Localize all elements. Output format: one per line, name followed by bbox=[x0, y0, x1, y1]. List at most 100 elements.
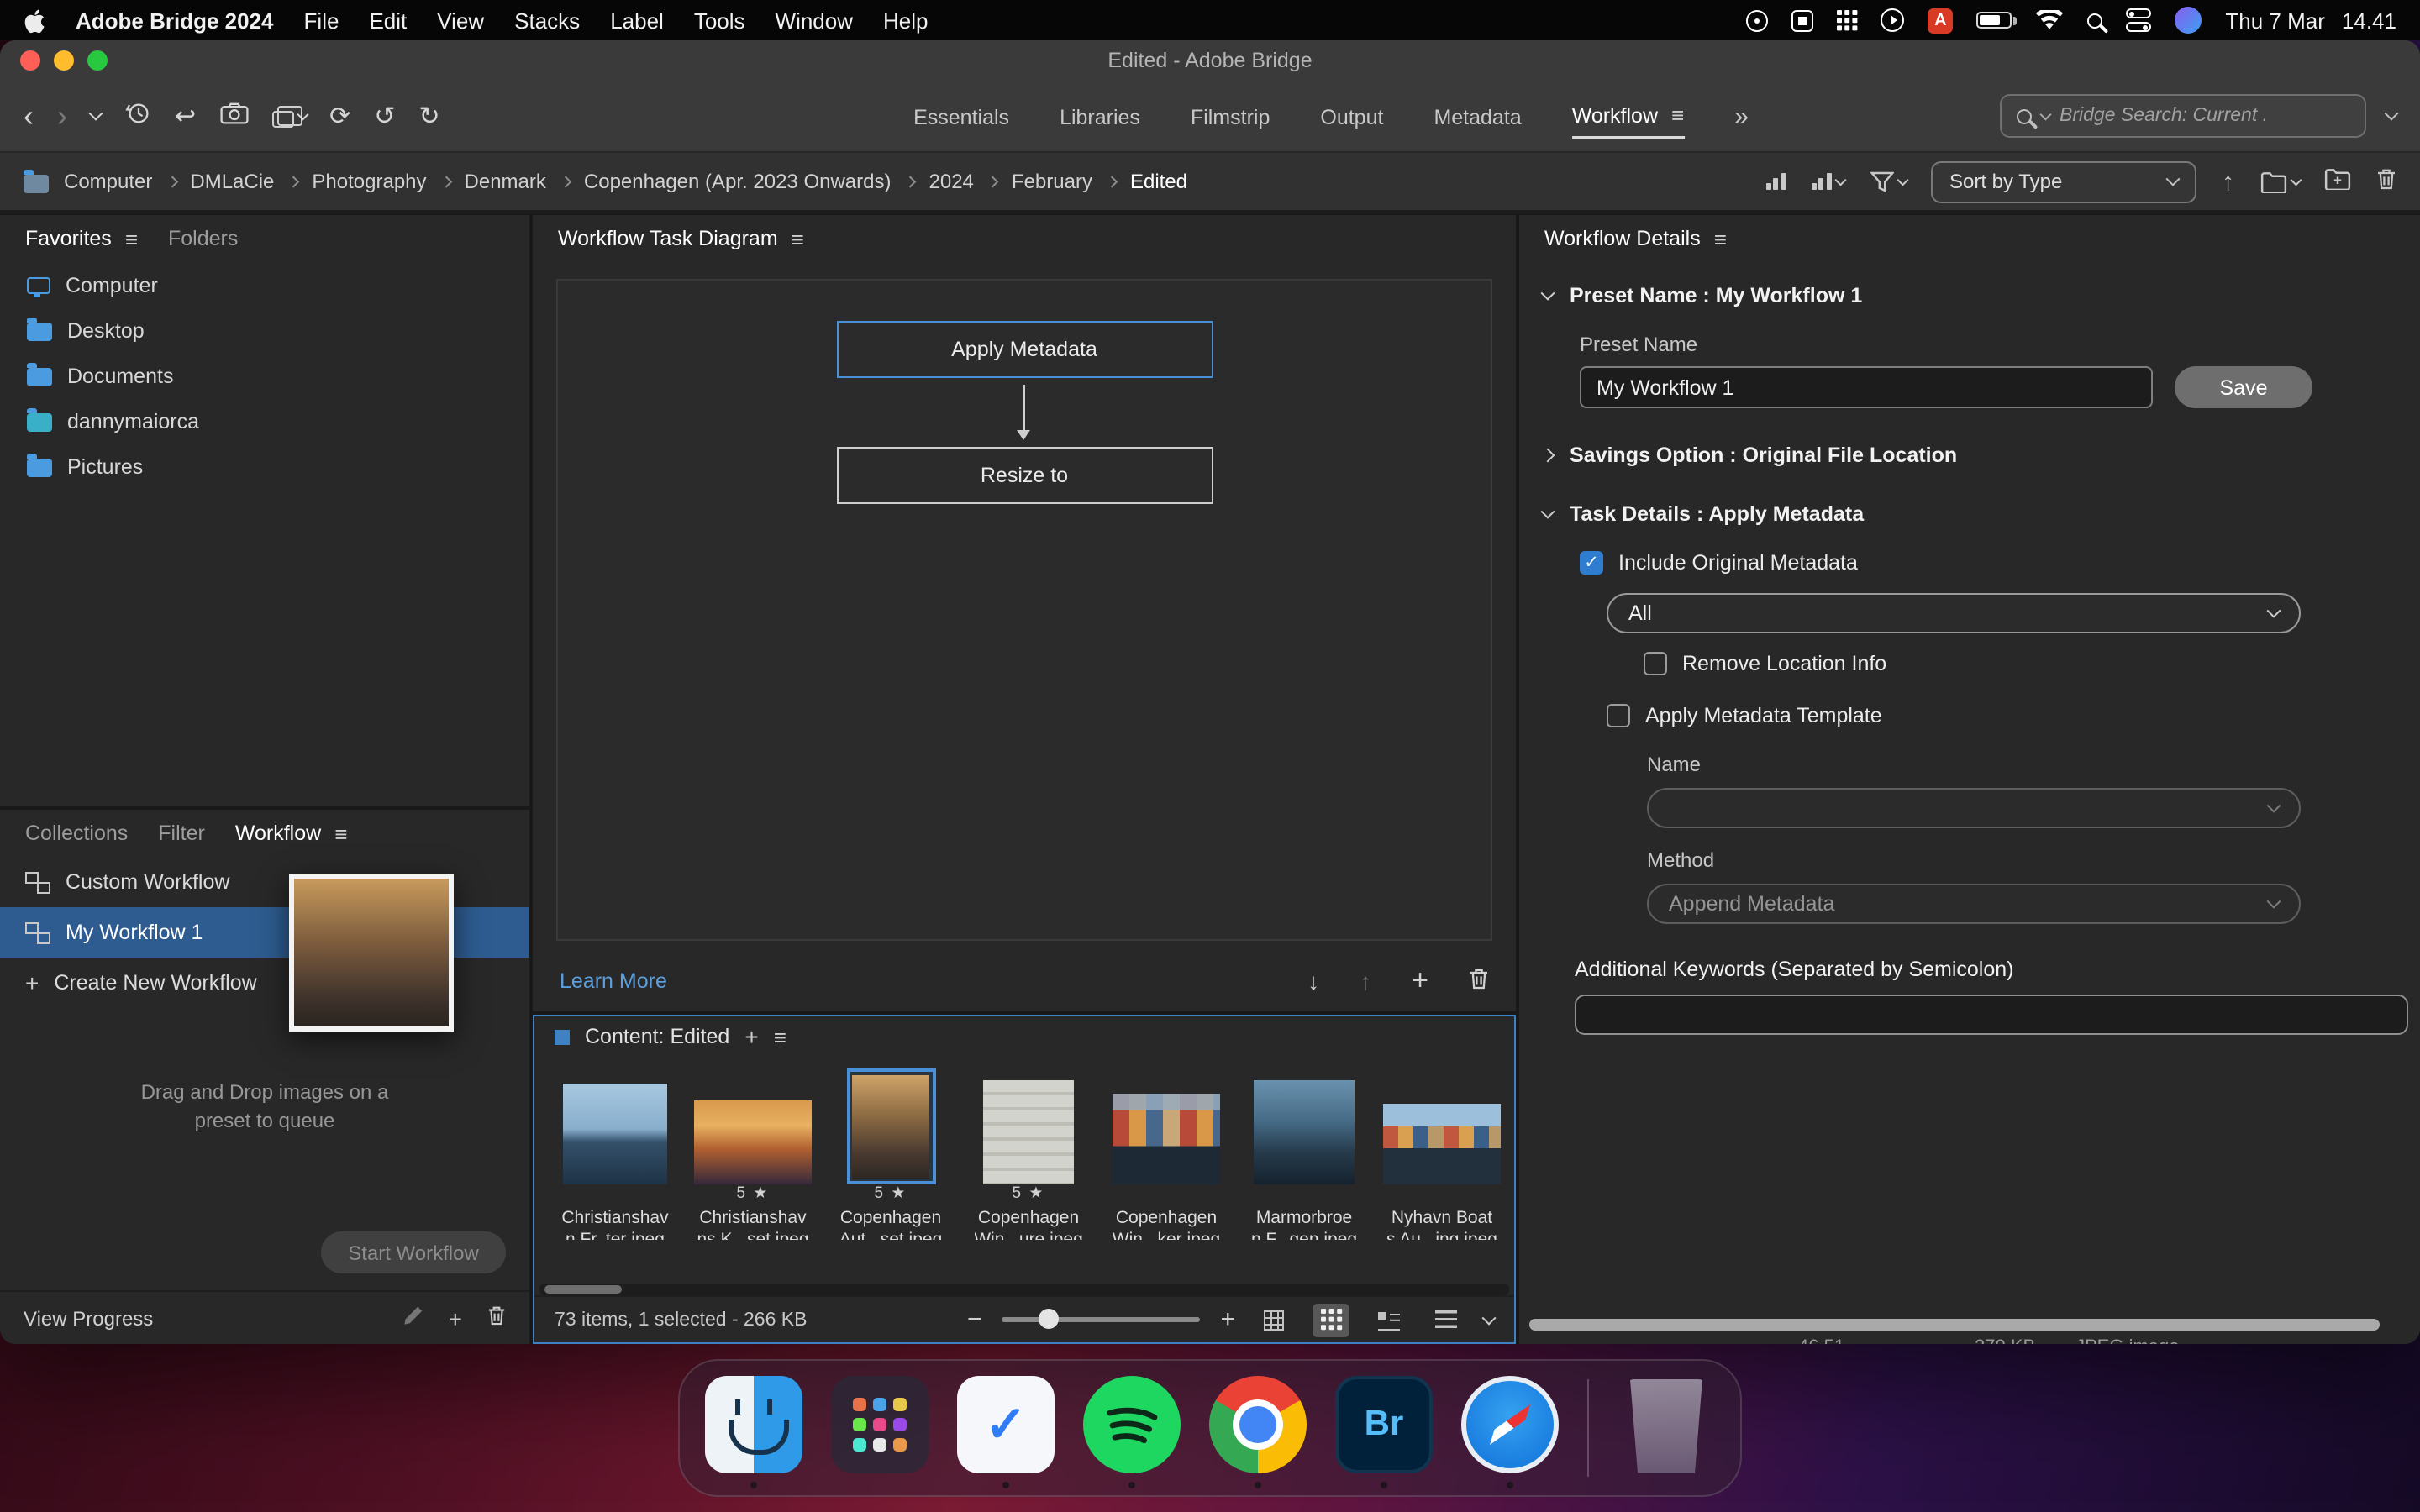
view-thumbnails-button[interactable] bbox=[1313, 1303, 1349, 1336]
scrollbar-thumb[interactable] bbox=[544, 1285, 622, 1294]
dock-finder[interactable] bbox=[705, 1374, 802, 1482]
view-details-button[interactable] bbox=[1370, 1303, 1407, 1336]
dock-launchpad[interactable] bbox=[831, 1374, 929, 1482]
thumbnail-item[interactable]: 5 ★ Copenhagen Win...ure jpeg bbox=[965, 1067, 1092, 1240]
dial-icon[interactable] bbox=[1746, 9, 1768, 31]
menu-file[interactable]: File bbox=[304, 8, 339, 33]
delete-task-icon[interactable] bbox=[1469, 968, 1489, 995]
scrollbar-thumb[interactable] bbox=[1529, 1319, 2381, 1331]
photo-thumbnail[interactable] bbox=[852, 1074, 929, 1179]
menu-bar-clock[interactable]: Thu 7 Mar 14.41 bbox=[2225, 8, 2396, 33]
apple-menu[interactable] bbox=[24, 8, 45, 33]
filter-by-rating-icon[interactable] bbox=[1870, 171, 1906, 192]
sort-direction-up-icon[interactable]: ↑ bbox=[2222, 169, 2234, 194]
add-preset-icon[interactable]: + bbox=[449, 1305, 462, 1331]
node-resize-to[interactable]: Resize to bbox=[836, 447, 1213, 504]
preset-name-input[interactable] bbox=[1580, 366, 2153, 408]
menu-label[interactable]: Label bbox=[610, 8, 664, 33]
tab-collections[interactable]: Collections bbox=[25, 822, 128, 845]
search-box[interactable] bbox=[2000, 94, 2366, 138]
thumbnail-quality-icon[interactable] bbox=[1765, 173, 1786, 190]
tab-workflow[interactable]: Workflow ≡ bbox=[235, 821, 348, 846]
rotate-cw-icon[interactable]: ↻ bbox=[418, 103, 439, 129]
dock-trash[interactable] bbox=[1618, 1374, 1715, 1482]
dock-spotify[interactable] bbox=[1083, 1374, 1181, 1482]
return-icon[interactable]: ↩ bbox=[175, 103, 196, 129]
move-task-down-icon[interactable]: ↓ bbox=[1307, 968, 1319, 995]
history-icon[interactable] bbox=[124, 100, 151, 132]
view-grid-button[interactable] bbox=[1255, 1303, 1292, 1336]
section-task-details[interactable]: Task Details : Apply Metadata bbox=[1519, 480, 2420, 526]
view-list-button[interactable] bbox=[1427, 1303, 1464, 1336]
menu-view[interactable]: View bbox=[437, 8, 484, 33]
delete-icon[interactable] bbox=[2376, 168, 2396, 195]
menu-tools[interactable]: Tools bbox=[694, 8, 745, 33]
move-task-up-icon[interactable]: ↑ bbox=[1360, 968, 1371, 995]
favorites-item-documents[interactable]: Documents bbox=[0, 353, 529, 398]
tab-metadata[interactable]: Metadata bbox=[1434, 95, 1521, 137]
photo-thumbnail[interactable] bbox=[694, 1100, 812, 1184]
close-button[interactable] bbox=[20, 50, 40, 71]
thumbnail-item[interactable]: Nyhavn Boat s Au...ing jpeg bbox=[1378, 1067, 1506, 1240]
crumb-edited[interactable]: Edited bbox=[1130, 170, 1187, 193]
zoom-in-icon[interactable]: + bbox=[1220, 1305, 1235, 1334]
node-apply-metadata[interactable]: Apply Metadata bbox=[836, 321, 1213, 378]
zoom-button[interactable] bbox=[87, 50, 108, 71]
control-center-icon[interactable] bbox=[2126, 8, 2151, 32]
thumbnail-item[interactable]: Marmorbroe n F...gen jpeg bbox=[1240, 1067, 1368, 1240]
slider-knob[interactable] bbox=[1039, 1309, 1059, 1329]
favorites-item-desktop[interactable]: Desktop bbox=[0, 307, 529, 353]
photo-thumbnail[interactable] bbox=[1113, 1094, 1220, 1184]
search-options-chevron[interactable] bbox=[2385, 107, 2399, 121]
diagram-panel-menu-icon[interactable]: ≡ bbox=[792, 226, 804, 251]
crumb-2024[interactable]: 2024 bbox=[929, 170, 974, 193]
crumb-denmark[interactable]: Denmark bbox=[465, 170, 546, 193]
thumbnail-item-selected[interactable]: 5 ★ Copenhagen Aut...set jpeg bbox=[827, 1067, 955, 1240]
wifi-icon[interactable] bbox=[2035, 10, 2064, 30]
checkbox-checked[interactable]: ✓ bbox=[1580, 551, 1603, 575]
tab-filter[interactable]: Filter bbox=[158, 822, 205, 845]
template-name-dropdown[interactable] bbox=[1647, 788, 2301, 828]
learn-more-link[interactable]: Learn More bbox=[560, 969, 667, 993]
start-workflow-button[interactable]: Start Workflow bbox=[321, 1231, 506, 1273]
crumb-computer[interactable]: Computer bbox=[64, 170, 152, 193]
delete-preset-icon[interactable] bbox=[487, 1305, 506, 1331]
back-button[interactable]: ‹ bbox=[24, 101, 34, 131]
workflow-panel-menu-icon[interactable]: ≡ bbox=[334, 821, 347, 846]
content-panel-menu-icon[interactable]: ≡ bbox=[774, 1024, 786, 1049]
forward-button[interactable]: › bbox=[57, 101, 67, 131]
drag-preview-thumbnail[interactable] bbox=[289, 874, 454, 1032]
dock-things[interactable]: ✓ bbox=[957, 1374, 1055, 1482]
tab-folders[interactable]: Folders bbox=[168, 227, 238, 250]
apply-metadata-template-row[interactable]: Apply Metadata Template bbox=[1607, 704, 2420, 727]
photo-thumbnail[interactable] bbox=[563, 1084, 667, 1184]
duplicate-icon[interactable] bbox=[271, 104, 306, 128]
spotlight-icon[interactable] bbox=[2087, 13, 2102, 28]
tab-libraries[interactable]: Libraries bbox=[1060, 95, 1140, 137]
menu-window[interactable]: Window bbox=[776, 8, 854, 33]
favorites-panel-menu-icon[interactable]: ≡ bbox=[125, 226, 138, 251]
thumbnail-item[interactable]: Christianshav n Fr..ter jpeg bbox=[551, 1067, 679, 1240]
view-options-chevron[interactable] bbox=[1482, 1310, 1497, 1325]
metadata-scope-dropdown[interactable]: All bbox=[1607, 593, 2301, 633]
battery-icon[interactable] bbox=[1976, 12, 2012, 29]
crumb-dmlacie[interactable]: DMLaCie bbox=[190, 170, 274, 193]
view-progress-label[interactable]: View Progress bbox=[24, 1306, 153, 1330]
additional-keywords-input[interactable] bbox=[1575, 995, 2408, 1035]
crumb-february[interactable]: February bbox=[1012, 170, 1092, 193]
sort-dropdown[interactable]: Sort by Type bbox=[1931, 160, 2196, 202]
rotate-ccw-icon[interactable]: ↺ bbox=[374, 103, 395, 129]
minimize-button[interactable] bbox=[54, 50, 74, 71]
horizontal-scrollbar[interactable] bbox=[539, 1284, 1509, 1295]
photo-thumbnail[interactable] bbox=[1254, 1080, 1355, 1184]
section-savings-option[interactable]: Savings Option : Original File Location bbox=[1519, 422, 2420, 467]
new-folder-icon[interactable] bbox=[2324, 168, 2351, 195]
details-horizontal-scrollbar[interactable] bbox=[1529, 1319, 2407, 1331]
more-workspaces-button[interactable]: » bbox=[1734, 92, 1749, 139]
section-preset-name[interactable]: Preset Name : My Workflow 1 bbox=[1519, 262, 2420, 307]
workspace-menu-icon[interactable]: ≡ bbox=[1671, 102, 1684, 128]
details-panel-menu-icon[interactable]: ≡ bbox=[1714, 226, 1727, 251]
favorites-item-home[interactable]: dannymaiorca bbox=[0, 398, 529, 444]
search-scope-chevron[interactable] bbox=[2040, 108, 2051, 119]
widget-icon[interactable] bbox=[1791, 9, 1813, 31]
